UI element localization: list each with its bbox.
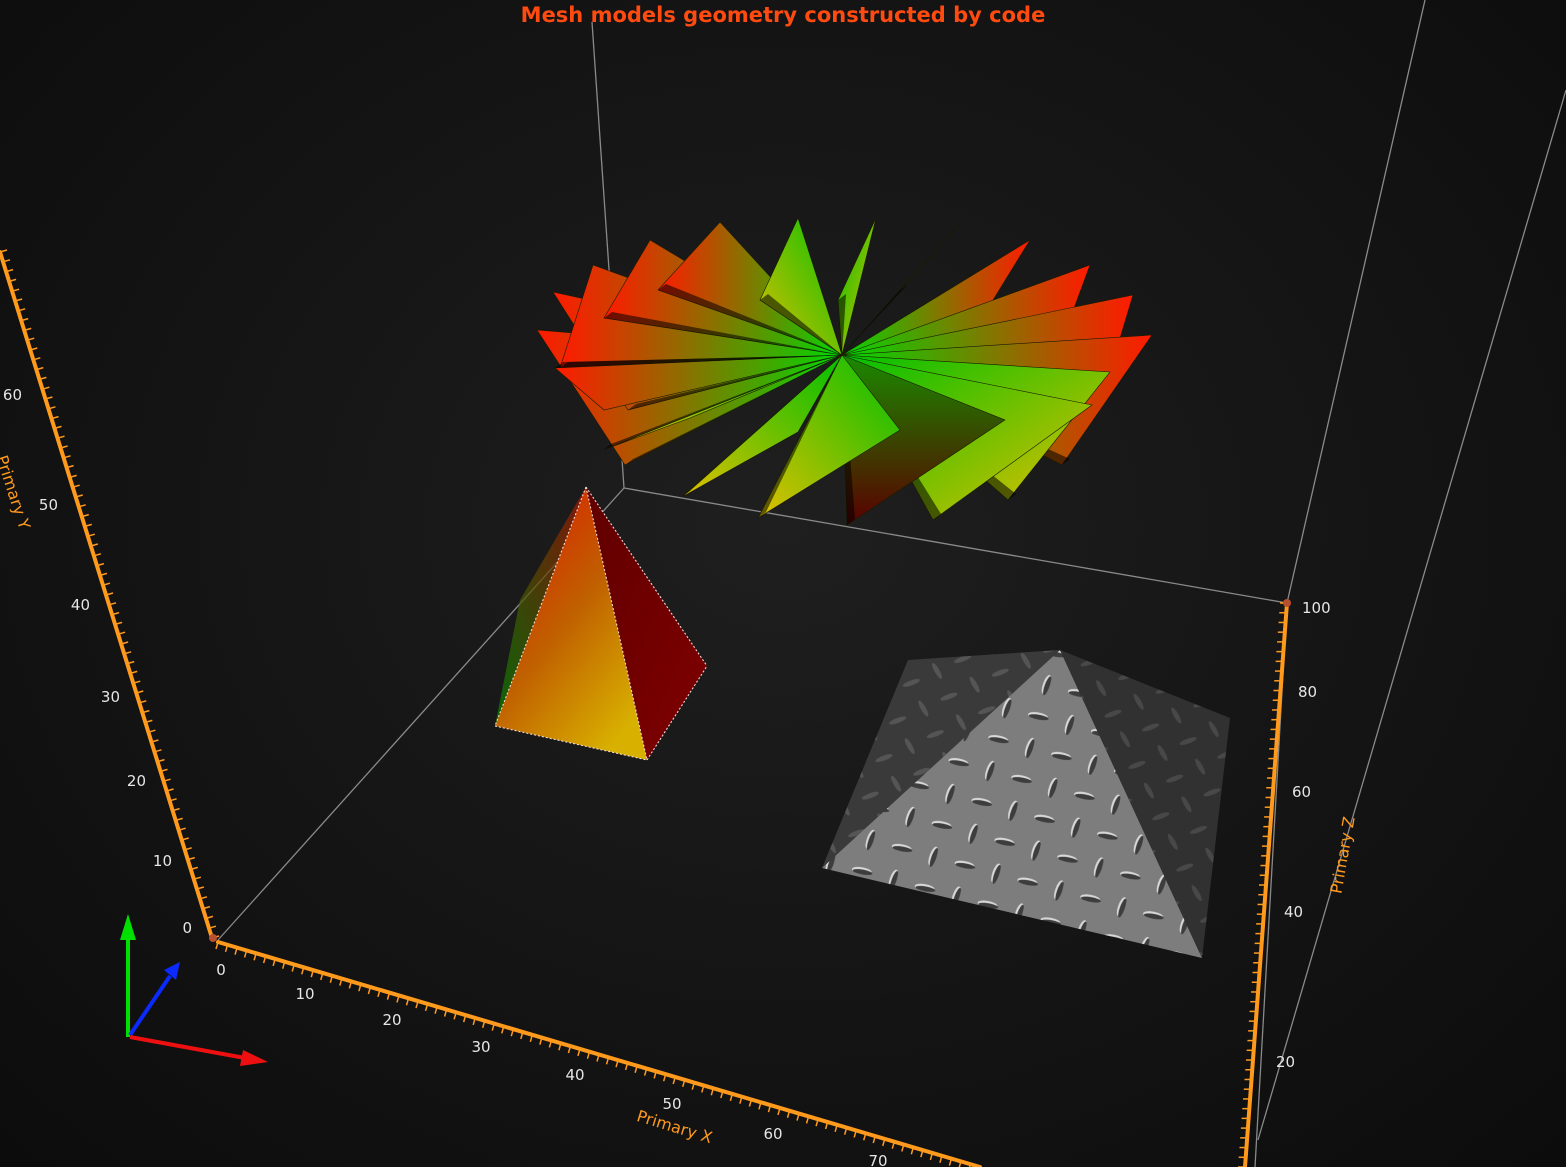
y-tick-label: 50 xyxy=(39,496,58,514)
z-tick-label: 40 xyxy=(1284,903,1303,921)
origin-marker xyxy=(209,934,217,942)
y-tick-label: 0 xyxy=(182,919,192,937)
gizmo-x-axis xyxy=(129,1035,246,1060)
z-tick-label: 20 xyxy=(1276,1053,1295,1071)
x-tick-label: 50 xyxy=(662,1095,681,1113)
chart-title: Mesh models geometry constructed by code xyxy=(521,3,1046,27)
y-tick-label: 40 xyxy=(71,596,90,614)
z-tick-label: 80 xyxy=(1298,683,1317,701)
x-tick-label: 20 xyxy=(382,1011,401,1029)
x-tick-label: 60 xyxy=(763,1125,782,1143)
z-axis-end-marker xyxy=(1283,599,1291,607)
y-tick-label: 20 xyxy=(127,772,146,790)
z-axis-title: Primary Z xyxy=(1326,815,1358,895)
x-tick-label: 0 xyxy=(216,961,226,979)
y-axis-tick-labels: 0 10 20 30 40 50 60 xyxy=(3,386,192,937)
frame-line xyxy=(623,487,1288,604)
gizmo-x-arrowhead xyxy=(240,1050,268,1066)
x-tick-label: 40 xyxy=(565,1066,584,1084)
z-tick-label: 60 xyxy=(1292,783,1311,801)
gizmo-y-arrowhead xyxy=(120,914,136,940)
gradient-pyramid-mesh[interactable] xyxy=(494,486,708,761)
z-axis-tick-labels: 100 80 60 40 20 xyxy=(1276,599,1331,1071)
x-tick-label: 70 xyxy=(868,1152,887,1167)
z-tick-label: 100 xyxy=(1302,599,1331,617)
y-tick-label: 10 xyxy=(153,852,172,870)
fan-blade xyxy=(837,217,877,356)
x-axis-tick-labels: 0 10 20 30 40 50 60 70 xyxy=(216,961,887,1167)
gizmo-z-axis xyxy=(128,974,172,1037)
textured-pyramid-mesh[interactable] xyxy=(822,650,1230,958)
x-tick-label: 10 xyxy=(295,985,314,1003)
y-axis-title: Primary Y xyxy=(0,453,34,532)
frame-line xyxy=(1286,0,1426,604)
frame-lines xyxy=(217,0,1566,1167)
y-tick-label: 30 xyxy=(101,688,120,706)
fan-of-triangles-mesh[interactable] xyxy=(536,217,1153,526)
x-tick-label: 30 xyxy=(471,1038,490,1056)
chart-3d-canvas[interactable]: Mesh models geometry constructed by code xyxy=(0,0,1566,1167)
gizmo-z-arrowhead xyxy=(164,962,180,980)
orientation-gizmo xyxy=(120,914,268,1066)
y-tick-label: 60 xyxy=(3,386,22,404)
